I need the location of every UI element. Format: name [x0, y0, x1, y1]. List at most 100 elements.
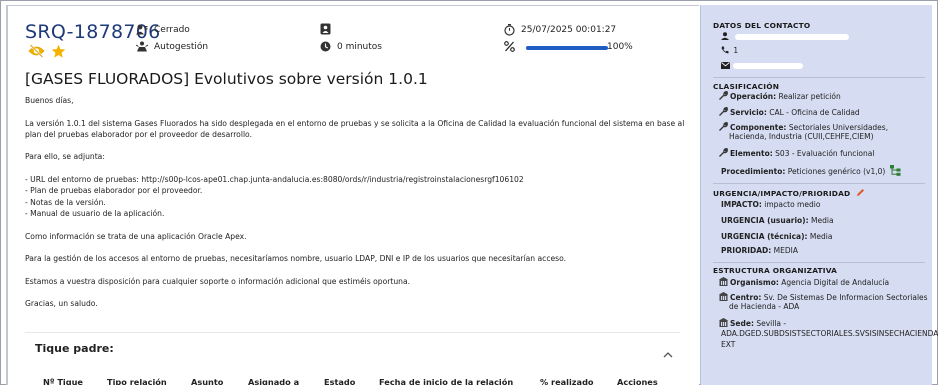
organismo-value: Agencia Digital de Andalucía — [781, 278, 890, 287]
urgencia-usuario-value: Media — [811, 216, 834, 225]
paragraph: La versión 1.0.1 del sistema Gases Fluor… — [25, 118, 687, 139]
sede-value-cont: ADA.DGED.SUBDSISTSECTORIALES.SVSISINSECH… — [721, 329, 938, 338]
organismo-label: Organismo: — [730, 278, 779, 287]
operacion-row: Operación: Realizar petición — [719, 90, 841, 102]
componente-value-cont: Hacienda, Industria (CUII,CEHFE,CIEM) — [729, 132, 874, 141]
stopwatch-icon — [504, 24, 515, 36]
procedimiento-row: Procedimiento: Peticiones genérico (v1,0… — [721, 165, 903, 177]
column-header[interactable]: Tipo relación — [107, 377, 167, 385]
contact-name-row — [721, 32, 731, 42]
column-header[interactable]: Fecha de inicio de la relación — [379, 377, 513, 385]
percent-icon — [504, 41, 515, 52]
servicio-row: Servicio: CAL - Oficina de Calidad — [719, 106, 860, 118]
contact-card-icon — [320, 23, 331, 35]
eye-off-icon[interactable] — [28, 44, 45, 58]
paragraph: Gracias, un saludo. — [25, 299, 98, 309]
column-header[interactable]: Estado — [324, 377, 355, 385]
prioridad-value: MEDIA — [773, 246, 798, 255]
chevron-up-icon[interactable] — [663, 343, 673, 362]
column-header[interactable]: Asunto — [191, 377, 223, 385]
progress-label: 100% — [607, 42, 633, 52]
ticket-title: [GASES FLUORADOS] Evolutivos sobre versi… — [25, 70, 428, 88]
sede-value-cont: EXT — [721, 340, 736, 349]
status-meta: Cerrado — [136, 24, 190, 35]
clock-icon — [320, 41, 331, 52]
servicio-value: CAL - Oficina de Calidad — [769, 108, 860, 117]
column-header[interactable]: Acciones — [617, 377, 658, 385]
elemento-row: Elemento: S03 - Evaluación funcional — [719, 147, 875, 159]
paragraph: Buenos días, — [25, 96, 74, 105]
impacto-label: IMPACTO: — [721, 200, 762, 209]
divider — [713, 183, 925, 184]
divider — [713, 262, 925, 263]
urgencia-tecnica-row: URGENCIA (técnica): Media — [721, 232, 832, 242]
operacion-value: Realizar petición — [778, 92, 841, 101]
percent-meta — [504, 41, 515, 52]
centro-value: Sv. De Sistemas De Informacion Sectorial… — [763, 293, 928, 302]
envelope-icon — [721, 61, 732, 70]
datetime-meta: 25/07/2025 00:01:27 — [504, 24, 616, 36]
wrench-icon — [719, 121, 730, 132]
self-service-icon — [136, 41, 148, 52]
paragraph: Para la gestión de los accesos al entorn… — [25, 254, 567, 264]
tree-icon[interactable] — [888, 165, 903, 176]
wrench-icon — [719, 106, 730, 117]
pencil-edit-icon[interactable] — [853, 189, 865, 198]
contact-phone-row: 1 — [721, 46, 738, 56]
column-header[interactable]: % realizado — [540, 377, 594, 385]
impacto-row: IMPACTO: impacto medio — [721, 200, 820, 210]
urgencia-usuario-row: URGENCIA (usuario): Media — [721, 216, 834, 226]
building-icon — [719, 318, 730, 328]
building-icon — [719, 292, 730, 302]
paragraph: - URL del entorno de pruebas: http://s00… — [25, 175, 524, 218]
building-icon — [719, 277, 730, 287]
elemento-value: S03 - Evaluación funcional — [775, 149, 875, 158]
procedimiento-value: Peticiones genérico (v1,0) — [787, 167, 886, 176]
sede-value: Sevilla - — [756, 319, 787, 328]
paragraph: Estamos a vuestra disposición para cualq… — [25, 276, 411, 286]
org-section-title: ESTRUCTURA ORGANIZATIVA — [713, 266, 838, 275]
centro-label: Centro: — [730, 293, 762, 302]
datetime-text: 25/07/2025 00:01:27 — [521, 25, 617, 35]
redacted-name — [735, 34, 849, 40]
elapsed-text: 0 minutos — [337, 41, 382, 52]
paragraph: Como información se trata de una aplicac… — [25, 231, 247, 241]
sede-label: Sede: — [730, 319, 754, 328]
parent-ticket-title: Tique padre: — [35, 342, 114, 355]
paragraph: Para ello, se adjunta: — [25, 152, 105, 162]
prioridad-label: PRIORIDAD: — [721, 246, 772, 255]
procedimiento-label: Procedimiento: — [721, 167, 786, 176]
elemento-label: Elemento: — [730, 149, 773, 158]
column-header[interactable]: Nº Tique — [43, 377, 83, 385]
ticket-description: Buenos días, La versión 1.0.1 del sistem… — [25, 95, 685, 310]
divider — [713, 77, 925, 78]
prioridad-row: PRIORIDAD: MEDIA — [721, 246, 798, 256]
column-header[interactable]: Asignado a — [248, 377, 299, 385]
redacted-email — [733, 63, 803, 69]
priority-title-text: URGENCIA/IMPACTO/PRIORIDAD — [713, 189, 851, 198]
operacion-label: Operación: — [730, 92, 777, 101]
assignment-meta: Autogestión — [136, 41, 208, 52]
divider — [25, 332, 680, 333]
sede-row: Sede: Sevilla - — [719, 318, 786, 329]
parent-table-header: Nº Tique Tipo relación Asunto Asignado a… — [25, 377, 685, 385]
urgencia-usuario-label: URGENCIA (usuario): — [721, 216, 809, 225]
urgencia-tecnica-label: URGENCIA (técnica): — [721, 232, 808, 241]
contact-email-row — [721, 61, 732, 71]
contact-phone: 1 — [733, 46, 739, 55]
progress-fill — [526, 46, 608, 50]
componente-value: Sectoriales Universidades, — [788, 123, 889, 132]
assignment-text: Autogestión — [154, 41, 209, 52]
user-key-icon — [136, 24, 148, 35]
person-icon — [721, 32, 731, 41]
centro-value-cont: de Hacienda - ADA — [729, 302, 800, 311]
ticket-sidebar: DATOS DEL CONTACTO 1 CLASIFICACIÓN Opera… — [700, 5, 938, 385]
star-icon[interactable] — [51, 44, 66, 58]
progress-bar — [526, 46, 608, 50]
organismo-row: Organismo: Agencia Digital de Andalucía — [719, 277, 889, 288]
elapsed-meta: 0 minutos — [320, 41, 382, 52]
impacto-value: impacto medio — [764, 200, 821, 209]
componente-label: Componente: — [730, 123, 787, 132]
contact-section-title: DATOS DEL CONTACTO — [713, 21, 811, 30]
wrench-icon — [719, 90, 730, 101]
